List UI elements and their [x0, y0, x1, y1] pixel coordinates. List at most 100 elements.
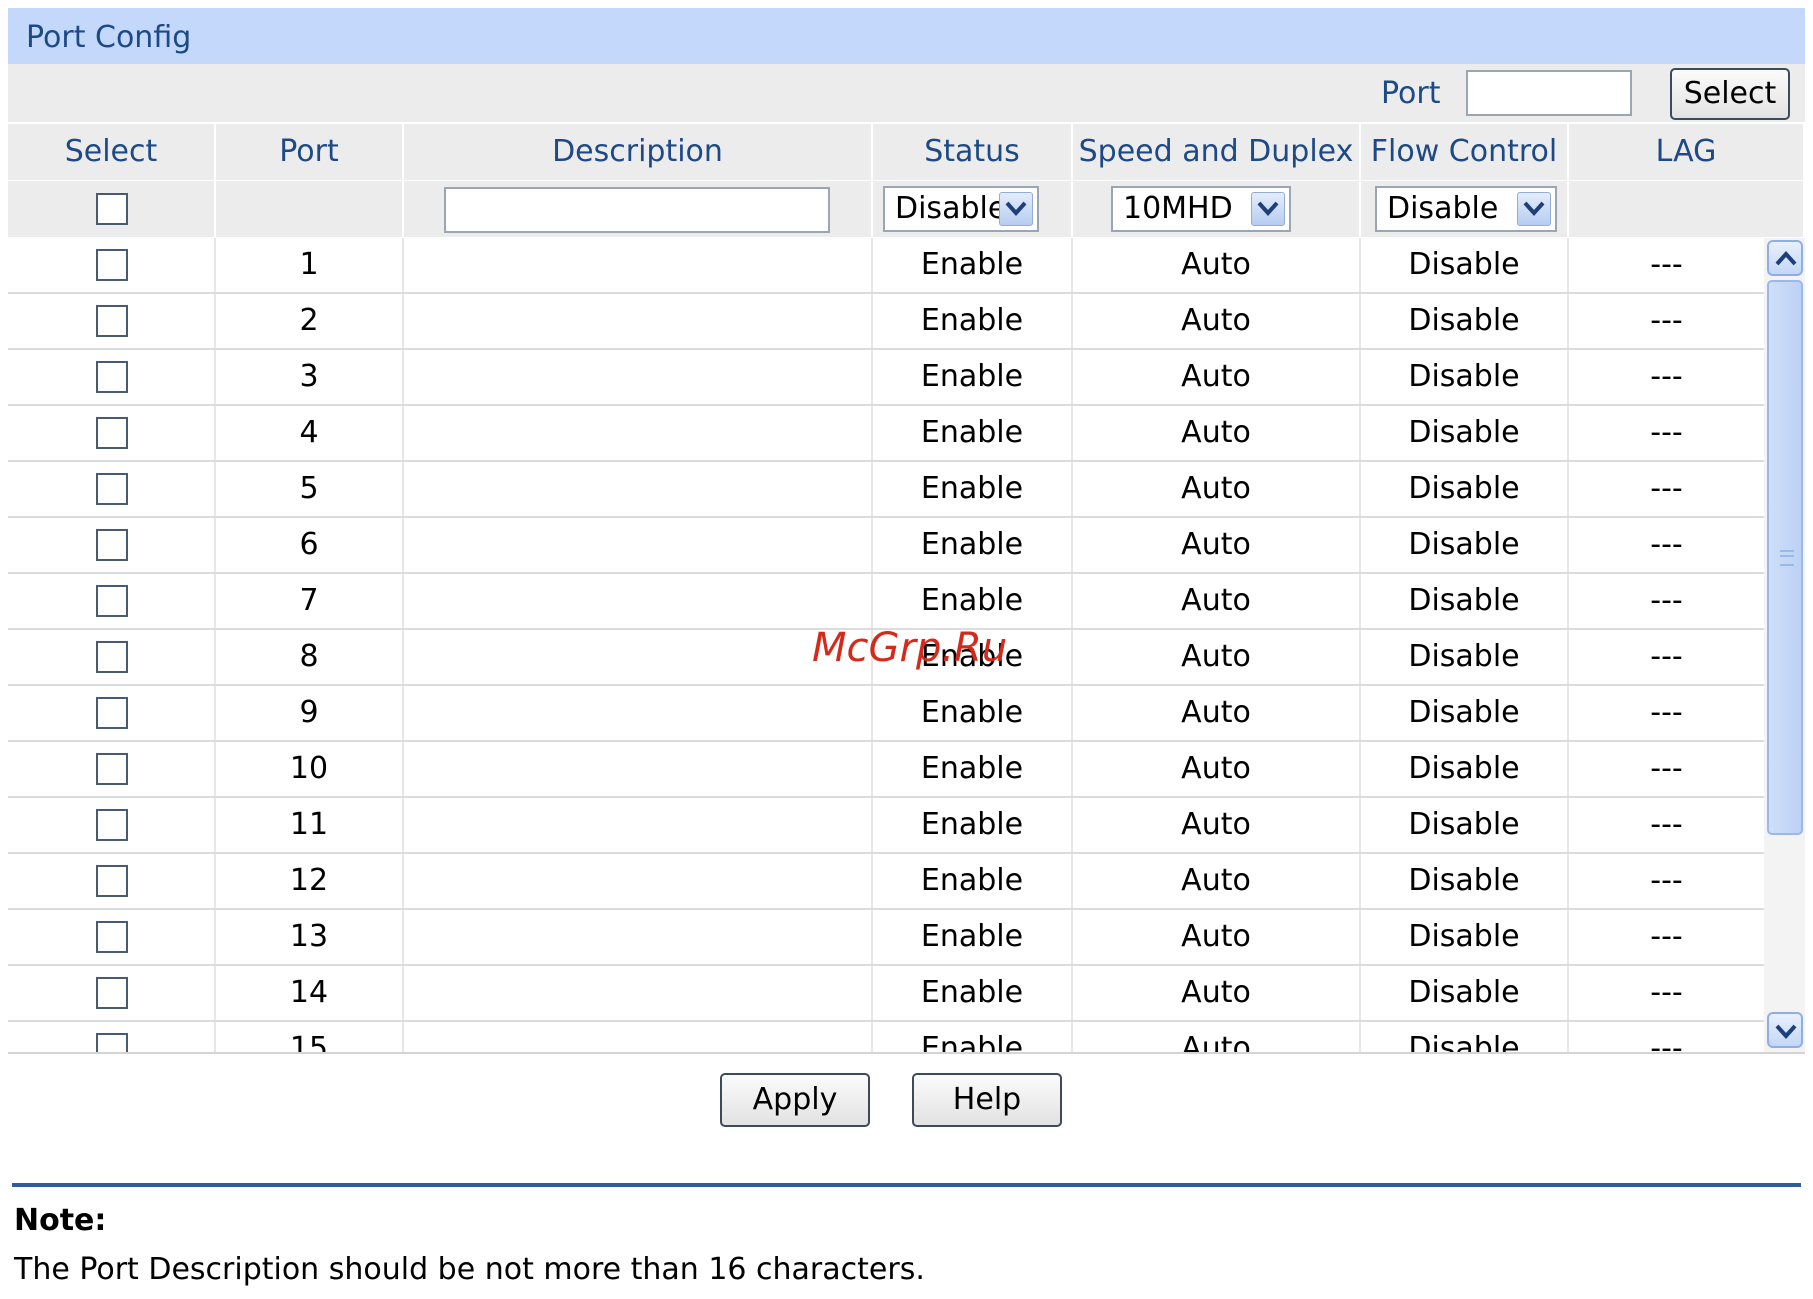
row-status: Enable: [873, 686, 1073, 740]
row-lag: ---: [1650, 695, 1683, 730]
row-description: [404, 1022, 873, 1052]
row-status: Enable: [873, 574, 1073, 628]
row-description: [404, 742, 873, 796]
row-select-cell: [8, 686, 216, 740]
row-checkbox[interactable]: [96, 473, 128, 505]
scroll-up-button[interactable]: [1767, 240, 1803, 276]
row-description: [404, 238, 873, 292]
row-description: [404, 294, 873, 348]
row-speed-duplex: Auto: [1073, 574, 1361, 628]
row-checkbox[interactable]: [96, 1033, 128, 1052]
row-checkbox[interactable]: [96, 305, 128, 337]
row-lag: ---: [1650, 415, 1683, 450]
row-status: Enable: [873, 798, 1073, 852]
speed-duplex-select-value: 10MHD: [1123, 191, 1233, 226]
row-description: [404, 462, 873, 516]
col-header-port: Port: [216, 124, 404, 180]
scroll-thumb[interactable]: [1767, 280, 1803, 835]
row-lag: ---: [1650, 471, 1683, 506]
row-checkbox[interactable]: [96, 977, 128, 1009]
row-flow-control: Disable: [1361, 294, 1569, 348]
scroll-down-button[interactable]: [1767, 1012, 1803, 1048]
select-button[interactable]: Select: [1670, 68, 1790, 120]
table-row: 7 Enable Auto Disable ---: [8, 574, 1764, 630]
row-checkbox[interactable]: [96, 529, 128, 561]
row-flow-control: Disable: [1361, 1022, 1569, 1052]
row-port: 6: [216, 518, 404, 572]
row-select-cell: [8, 910, 216, 964]
speed-duplex-select[interactable]: 10MHD: [1111, 186, 1291, 232]
row-lag: ---: [1650, 919, 1683, 954]
row-flow-control: Disable: [1361, 462, 1569, 516]
row-speed-duplex: Auto: [1073, 294, 1361, 348]
row-checkbox[interactable]: [96, 641, 128, 673]
row-port: 9: [216, 686, 404, 740]
table-row: 14 Enable Auto Disable ---: [8, 966, 1764, 1022]
row-checkbox[interactable]: [96, 921, 128, 953]
note-text: The Port Description should be not more …: [14, 1252, 925, 1287]
row-checkbox[interactable]: [96, 585, 128, 617]
col-header-flow-control: Flow Control: [1361, 124, 1569, 180]
row-checkbox[interactable]: [96, 753, 128, 785]
row-speed-duplex: Auto: [1073, 630, 1361, 684]
apply-button[interactable]: Apply: [720, 1073, 870, 1127]
row-lag: ---: [1650, 639, 1683, 674]
table-row: 2 Enable Auto Disable ---: [8, 294, 1764, 350]
row-speed-duplex: Auto: [1073, 854, 1361, 908]
port-input[interactable]: [1466, 70, 1632, 116]
flow-control-select[interactable]: Disable: [1375, 186, 1557, 232]
scrollbar[interactable]: [1764, 238, 1805, 1052]
row-status: Enable: [873, 966, 1073, 1020]
batch-flow-cell: Disable: [1361, 181, 1569, 237]
row-port: 15: [216, 1022, 404, 1052]
row-speed-duplex: Auto: [1073, 518, 1361, 572]
row-flow-control: Disable: [1361, 350, 1569, 404]
row-port: 1: [216, 238, 404, 292]
status-select[interactable]: Disable: [883, 186, 1039, 232]
row-select-cell: [8, 406, 216, 460]
row-port: 2: [216, 294, 404, 348]
table-row: 6 Enable Auto Disable ---: [8, 518, 1764, 574]
row-checkbox[interactable]: [96, 865, 128, 897]
row-speed-duplex: Auto: [1073, 350, 1361, 404]
row-description: [404, 406, 873, 460]
row-select-cell: [8, 350, 216, 404]
row-checkbox[interactable]: [96, 809, 128, 841]
row-checkbox[interactable]: [96, 361, 128, 393]
row-select-cell: [8, 854, 216, 908]
table-row: 5 Enable Auto Disable ---: [8, 462, 1764, 518]
help-button[interactable]: Help: [912, 1073, 1062, 1127]
select-all-cell: [8, 181, 216, 237]
row-flow-control: Disable: [1361, 966, 1569, 1020]
row-status: Enable: [873, 1022, 1073, 1052]
select-all-checkbox[interactable]: [96, 193, 128, 225]
port-label: Port: [1381, 76, 1441, 111]
col-header-status: Status: [873, 124, 1073, 180]
row-select-cell: [8, 1022, 216, 1052]
row-flow-control: Disable: [1361, 238, 1569, 292]
table-row: 13 Enable Auto Disable ---: [8, 910, 1764, 966]
chevron-down-icon: [999, 192, 1033, 226]
row-port: 14: [216, 966, 404, 1020]
watermark: McGrp.Ru: [812, 625, 1008, 671]
table-row: 9 Enable Auto Disable ---: [8, 686, 1764, 742]
description-input[interactable]: [444, 187, 830, 233]
row-checkbox[interactable]: [96, 417, 128, 449]
row-lag: ---: [1650, 975, 1683, 1010]
row-description: [404, 518, 873, 572]
row-port: 8: [216, 630, 404, 684]
row-status: Enable: [873, 238, 1073, 292]
flow-control-select-value: Disable: [1387, 191, 1499, 226]
port-select-bar: Port Select: [8, 64, 1805, 122]
row-speed-duplex: Auto: [1073, 910, 1361, 964]
row-speed-duplex: Auto: [1073, 462, 1361, 516]
table-row: 12 Enable Auto Disable ---: [8, 854, 1764, 910]
row-checkbox[interactable]: [96, 249, 128, 281]
chevron-down-icon: [1517, 192, 1551, 226]
chevron-up-icon: [1775, 251, 1797, 266]
row-lag: ---: [1650, 527, 1683, 562]
row-checkbox[interactable]: [96, 697, 128, 729]
row-select-cell: [8, 462, 216, 516]
batch-lag-cell: [1569, 181, 1805, 237]
row-description: [404, 966, 873, 1020]
